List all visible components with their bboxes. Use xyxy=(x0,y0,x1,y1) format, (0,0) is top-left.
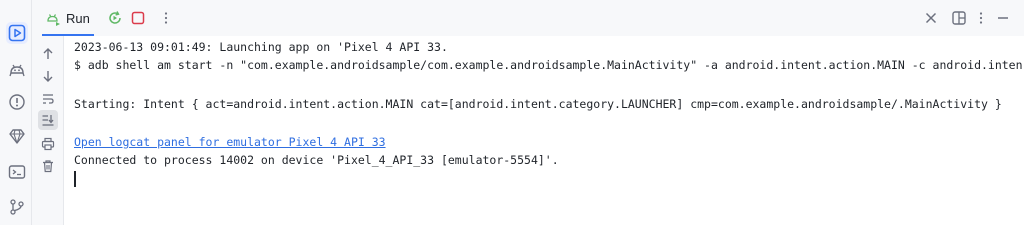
console-line: Connected to process 14002 on device 'Pi… xyxy=(74,153,559,167)
run-android-icon xyxy=(47,13,60,26)
terminal-icon[interactable] xyxy=(6,161,28,183)
tab-run-label: Run xyxy=(66,10,90,26)
arrow-up-icon[interactable] xyxy=(38,44,58,64)
trash-icon[interactable] xyxy=(38,156,58,176)
more-vertical-icon[interactable] xyxy=(972,9,990,27)
close-icon[interactable] xyxy=(922,9,940,27)
git-branch-icon[interactable] xyxy=(6,196,28,218)
arrow-down-icon[interactable] xyxy=(38,66,58,86)
rerun-icon[interactable] xyxy=(106,9,124,27)
console-output[interactable]: 2023-06-13 09:01:49: Launching app on 'P… xyxy=(64,36,1024,225)
tool-window-strip xyxy=(0,0,32,225)
console-line: 2023-06-13 09:01:49: Launching app on 'P… xyxy=(74,40,448,54)
android-icon[interactable] xyxy=(6,59,28,81)
console-line: $ adb shell am start -n "com.example.and… xyxy=(74,58,1023,72)
run-icon[interactable] xyxy=(6,22,28,44)
tab-run[interactable]: Run xyxy=(46,9,90,27)
layout-icon[interactable] xyxy=(950,9,968,27)
open-logcat-link[interactable]: Open logcat panel for emulator Pixel 4 A… xyxy=(74,135,386,149)
scroll-to-end-icon[interactable] xyxy=(38,110,58,130)
print-icon[interactable] xyxy=(38,134,58,154)
console-line: Starting: Intent { act=android.intent.ac… xyxy=(74,97,1002,111)
more-vertical-icon[interactable] xyxy=(157,9,175,27)
soft-wrap-icon[interactable] xyxy=(38,89,58,109)
gem-icon[interactable] xyxy=(6,125,28,147)
problems-icon[interactable] xyxy=(6,91,28,113)
run-tool-window-header: Run xyxy=(32,0,1024,36)
stop-icon[interactable] xyxy=(129,9,147,27)
minimize-icon[interactable] xyxy=(994,9,1012,27)
text-caret xyxy=(74,171,76,187)
console-toolbar xyxy=(32,36,64,225)
